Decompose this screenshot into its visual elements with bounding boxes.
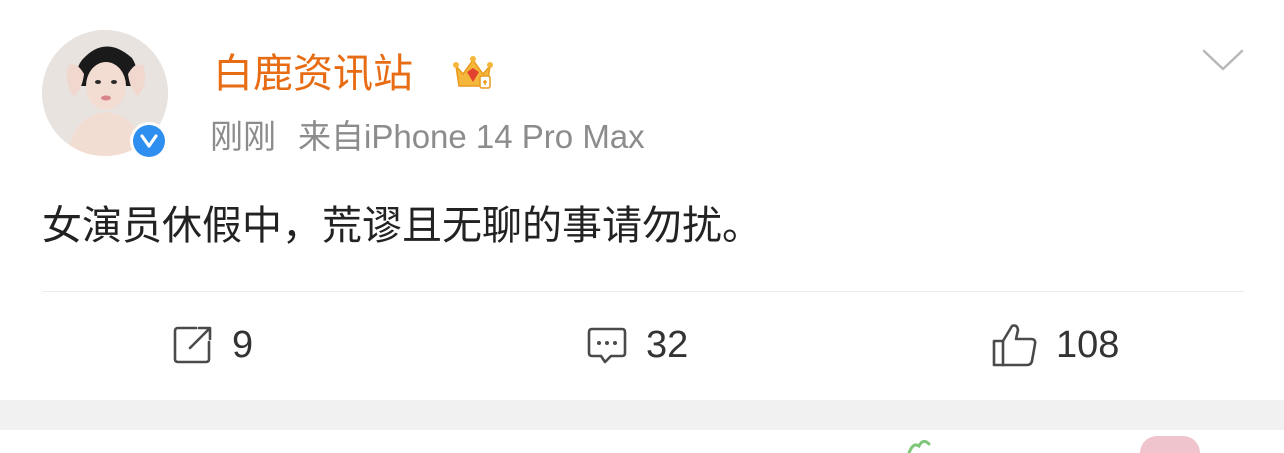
username[interactable]: 白鹿资讯站	[213, 50, 413, 98]
next-post-card	[0, 430, 1284, 453]
repost-icon	[173, 326, 212, 364]
like-button[interactable]: 108	[990, 320, 1119, 370]
weibo-post-card: 白鹿资讯站 刚刚 来自iPhone 14 Pro Max 女演员休假中，荒谬且无聊…	[0, 0, 1284, 400]
comment-icon	[587, 327, 627, 364]
post-source: 来自iPhone 14 Pro Max	[298, 118, 645, 155]
like-count: 108	[1056, 324, 1120, 366]
repost-button[interactable]: 9	[170, 320, 253, 370]
sticker-icon	[907, 439, 931, 453]
post-meta: 刚刚 来自iPhone 14 Pro Max	[210, 117, 645, 157]
post-content: 女演员休假中，荒谬且无聊的事请勿扰。	[42, 203, 762, 249]
repost-count: 9	[232, 324, 254, 366]
feed-separator	[0, 400, 1284, 430]
comment-count: 32	[646, 324, 689, 366]
chevron-down-icon[interactable]	[1200, 45, 1246, 75]
divider	[42, 291, 1244, 292]
avatar-partial	[1140, 436, 1200, 453]
verified-badge	[130, 122, 168, 160]
verified-icon	[133, 125, 165, 157]
like-icon	[992, 324, 1037, 367]
crown-badge-icon	[453, 56, 493, 89]
comment-button[interactable]: 32	[584, 320, 688, 370]
post-time: 刚刚	[210, 118, 276, 155]
